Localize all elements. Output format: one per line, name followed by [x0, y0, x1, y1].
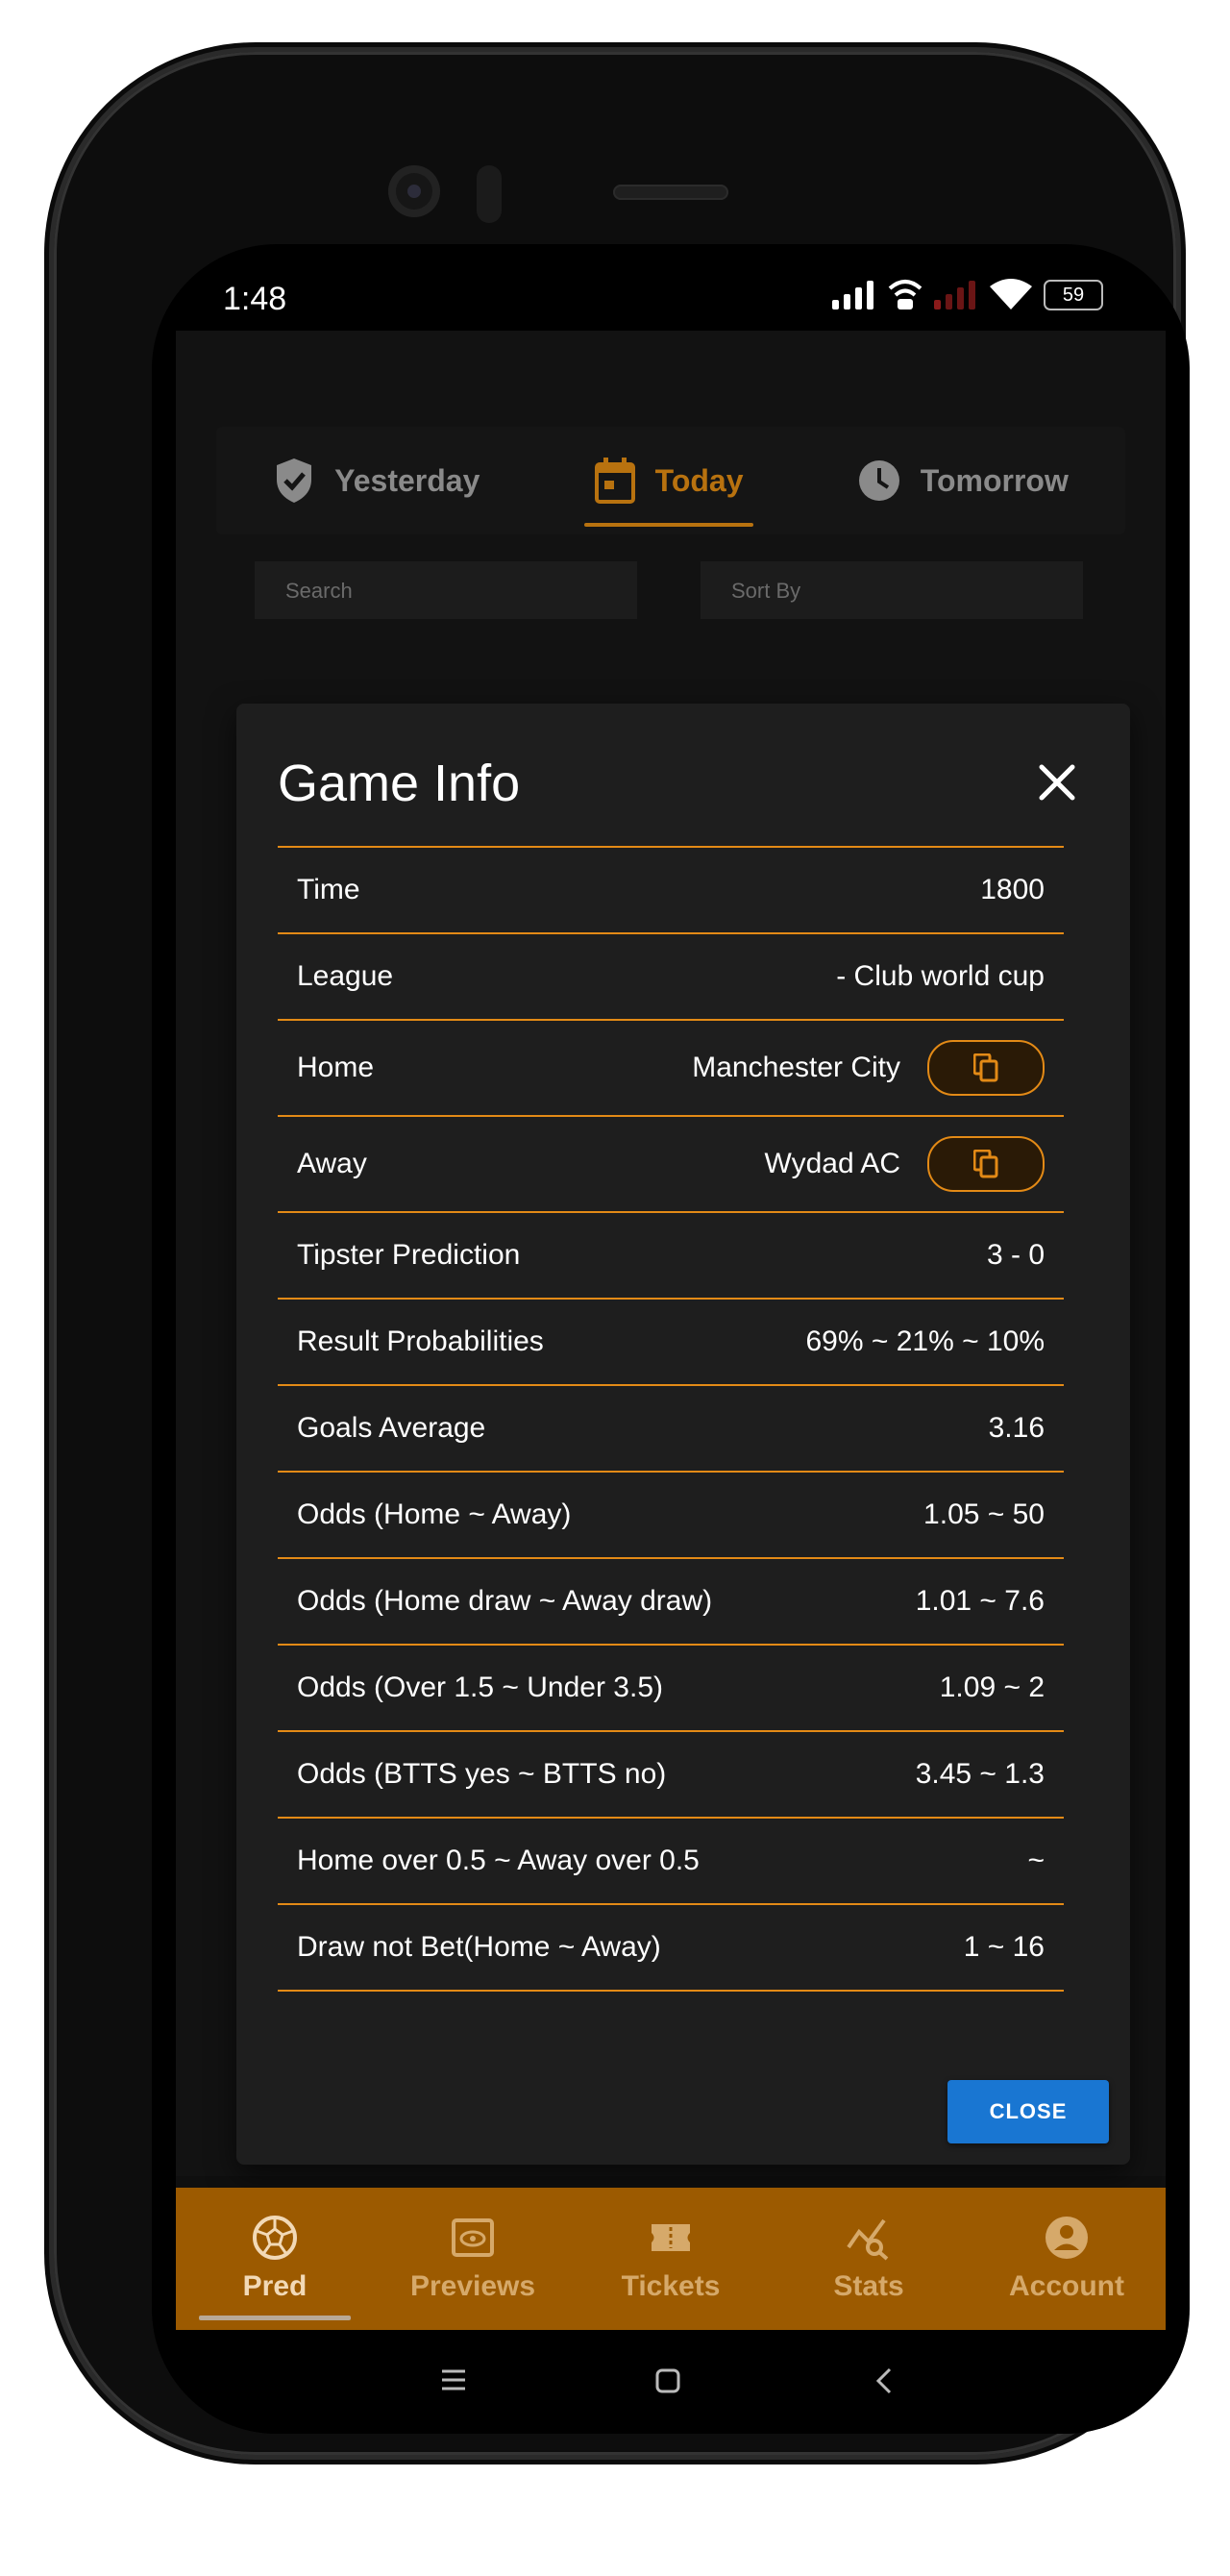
row-label: Odds (Home draw ~ Away draw) — [297, 1585, 713, 1617]
tab-label: Tomorrow — [920, 462, 1069, 498]
table-row: Odds (Home draw ~ Away draw) 1.01 ~ 7.6 — [278, 1559, 1064, 1646]
tab-label: Yesterday — [334, 462, 480, 498]
row-label: Away — [297, 1148, 367, 1179]
table-row: Away Wydad AC — [278, 1117, 1064, 1213]
status-time: 1:48 — [223, 281, 287, 317]
row-value: 3 - 0 — [986, 1239, 1045, 1271]
table-row: Draw not Bet(Home ~ Away) 1 ~ 16 — [278, 1905, 1064, 1992]
front-camera — [388, 165, 440, 217]
tab-tomorrow[interactable]: Tomorrow — [857, 427, 1069, 534]
table-row: Time 1800 — [278, 848, 1064, 934]
row-value: 69% ~ 21% ~ 10% — [805, 1325, 1045, 1357]
close-button[interactable]: CLOSE — [947, 2080, 1109, 2143]
wifi-call-icon — [888, 280, 922, 310]
table-row: Home Manchester City — [278, 1021, 1064, 1117]
tab-today[interactable]: Today — [583, 427, 753, 534]
nav-label: Account — [1009, 2270, 1124, 2302]
row-value-group: Wydad AC — [765, 1136, 1045, 1192]
row-label: Draw not Bet(Home ~ Away) — [297, 1931, 661, 1963]
row-value: 3.45 ~ 1.3 — [915, 1758, 1045, 1790]
row-value: 1.01 ~ 7.6 — [915, 1585, 1045, 1617]
phone-frame: 1:48 59 Yesterday Today Tomorrow Search … — [54, 52, 1190, 2455]
row-label: Result Probabilities — [297, 1325, 544, 1357]
game-info-table: Time 1800 League - Club world cup Home M… — [278, 846, 1064, 1992]
stats-icon — [847, 2218, 889, 2261]
search-input[interactable]: Search — [255, 561, 637, 619]
row-value-group: Manchester City — [692, 1040, 1045, 1096]
row-value: 1800 — [980, 874, 1045, 905]
signal-weak-icon — [934, 281, 975, 310]
copy-icon — [973, 1150, 998, 1178]
copy-away-button[interactable] — [927, 1136, 1045, 1192]
wifi-icon — [990, 279, 1032, 310]
row-label: Odds (BTTS yes ~ BTTS no) — [297, 1758, 667, 1790]
account-icon — [1046, 2217, 1088, 2259]
row-value: 1.09 ~ 2 — [939, 1672, 1045, 1703]
table-row: Tipster Prediction 3 - 0 — [278, 1213, 1064, 1300]
row-value: - Club world cup — [836, 960, 1045, 992]
day-tabs: Yesterday Today Tomorrow — [216, 427, 1125, 534]
table-row: Odds (Over 1.5 ~ Under 3.5) 1.09 ~ 2 — [278, 1646, 1064, 1732]
back-icon[interactable] — [874, 2366, 894, 2395]
soccer-ball-icon — [253, 2216, 297, 2260]
sort-select[interactable]: Sort By — [701, 561, 1083, 619]
row-label: Goals Average — [297, 1412, 486, 1444]
table-row: Odds (Home ~ Away) 1.05 ~ 50 — [278, 1473, 1064, 1559]
status-bar: 1:48 59 — [152, 244, 1190, 331]
row-label: Odds (Over 1.5 ~ Under 3.5) — [297, 1672, 664, 1703]
battery-icon: 59 — [1044, 280, 1103, 310]
nav-item-previews[interactable]: Previews — [374, 2188, 572, 2330]
row-value: ~ — [1027, 1845, 1045, 1876]
recents-icon[interactable] — [440, 2368, 467, 2391]
system-navigation-bar — [152, 2330, 1190, 2434]
battery-level: 59 — [1062, 284, 1085, 306]
sort-label: Sort By — [731, 579, 801, 603]
close-button-label: CLOSE — [989, 2099, 1068, 2123]
table-row: League - Club world cup — [278, 934, 1064, 1021]
nav-label: Tickets — [621, 2270, 721, 2302]
copy-home-button[interactable] — [927, 1040, 1045, 1096]
status-icons: 59 — [832, 279, 1103, 311]
table-row: Result Probabilities 69% ~ 21% ~ 10% — [278, 1300, 1064, 1386]
dialog-title: Game Info — [278, 755, 521, 812]
row-label: Home over 0.5 ~ Away over 0.5 — [297, 1845, 700, 1876]
preview-icon — [452, 2218, 494, 2257]
table-row: Goals Average 3.16 — [278, 1386, 1064, 1473]
copy-icon — [973, 1053, 998, 1082]
tab-label: Today — [654, 462, 744, 498]
nav-item-tickets[interactable]: Tickets — [572, 2188, 770, 2330]
nav-item-stats[interactable]: Stats — [770, 2188, 968, 2330]
shield-check-icon — [277, 458, 312, 503]
search-placeholder: Search — [285, 579, 353, 603]
tab-yesterday[interactable]: Yesterday — [273, 427, 480, 534]
row-value: 3.16 — [988, 1412, 1045, 1444]
nav-label: Pred — [242, 2270, 308, 2302]
nav-label: Stats — [833, 2270, 904, 2302]
table-row: Home over 0.5 ~ Away over 0.5 ~ — [278, 1819, 1064, 1905]
row-label: Tipster Prediction — [297, 1239, 521, 1271]
row-value: Wydad AC — [764, 1148, 900, 1179]
nav-item-pred[interactable]: Pred — [176, 2188, 374, 2330]
close-icon[interactable] — [1036, 761, 1078, 804]
calendar-icon — [594, 458, 635, 504]
row-label: Home — [297, 1052, 375, 1083]
ticket-icon — [652, 2224, 690, 2251]
row-label: League — [297, 960, 394, 992]
game-info-dialog: Game Info Time 1800 League - Club world … — [236, 704, 1130, 2165]
earpiece-speaker — [613, 185, 728, 200]
clock-icon — [858, 460, 899, 501]
bottom-navigation: Pred Previews Tickets Stats Account — [176, 2188, 1166, 2330]
nav-label: Previews — [409, 2270, 536, 2302]
proximity-sensor — [477, 165, 502, 223]
table-row: Odds (BTTS yes ~ BTTS no) 3.45 ~ 1.3 — [278, 1732, 1064, 1819]
row-value: 1.05 ~ 50 — [923, 1499, 1045, 1530]
nav-item-account[interactable]: Account — [968, 2188, 1166, 2330]
home-icon[interactable] — [655, 2368, 680, 2393]
signal-icon — [832, 281, 873, 310]
row-value: 1 ~ 16 — [963, 1931, 1045, 1963]
screen: 1:48 59 Yesterday Today Tomorrow Search … — [152, 244, 1190, 2434]
row-label: Odds (Home ~ Away) — [297, 1499, 572, 1530]
row-label: Time — [297, 874, 360, 905]
row-value: Manchester City — [692, 1052, 900, 1083]
